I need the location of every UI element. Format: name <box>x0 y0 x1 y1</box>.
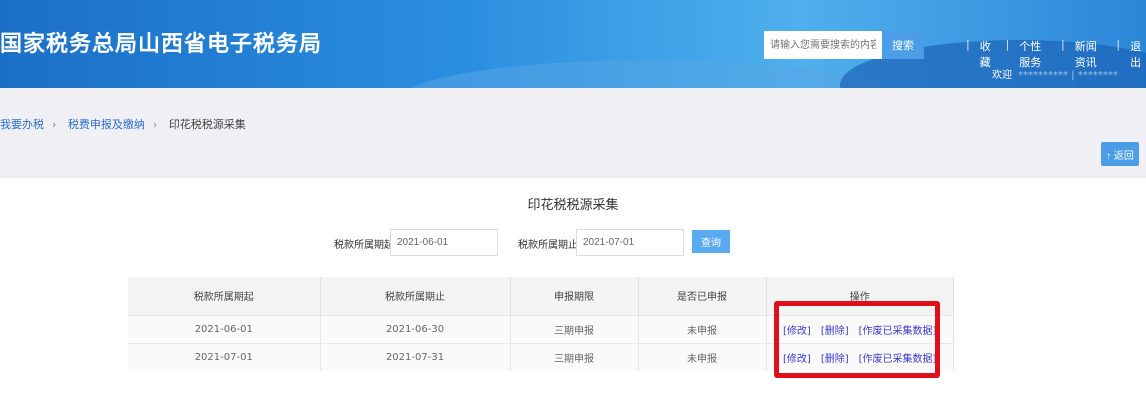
cell-period: 三期申报 <box>510 342 639 371</box>
site-title: 国家税务总局山西省电子税务局 <box>0 32 323 57</box>
breadcrumb-current: 印花税税源采集 <box>168 118 246 131</box>
cell-end: 2021-07-31 <box>320 342 511 371</box>
main-panel: 印花税税源采集 税款所属期起 税款所属期止 查询 税款所属期起 税款所属期止 申… <box>0 178 1146 408</box>
breadcrumb: 我要办税 › 税费申报及缴纳 › 印花税税源采集 <box>0 116 246 132</box>
header-banner: 国家税务总局山西省电子税务局 搜索 | 收藏 | 个性服务 | 新闻资讯 | 退… <box>0 0 1146 88</box>
to-label: 税款所属期止 <box>518 240 578 251</box>
breadcrumb-separator: › <box>52 118 57 131</box>
query-button[interactable]: 查询 <box>692 230 730 253</box>
cell-period: 三期申报 <box>510 314 639 343</box>
welcome-text: 欢迎 ********** | ******** <box>992 66 1118 81</box>
cell-start: 2021-07-01 <box>128 342 321 371</box>
cell-end: 2021-06-30 <box>320 314 511 343</box>
period-end-input[interactable] <box>576 229 684 256</box>
from-label: 税款所属期起 <box>334 240 394 251</box>
user-info: ********** | ******** <box>1018 70 1118 81</box>
banner-decoration <box>400 60 900 88</box>
back-button[interactable]: ↑ 返回 <box>1101 142 1139 166</box>
welcome-label: 欢迎 <box>992 70 1012 81</box>
divider: | <box>966 38 970 51</box>
search-button[interactable]: 搜索 <box>882 31 924 59</box>
period-start-input[interactable] <box>390 229 498 256</box>
breadcrumb-tax-filing[interactable]: 税费申报及缴纳 <box>68 118 145 131</box>
link-logout[interactable]: 退出 <box>1130 38 1146 70</box>
cell-start: 2021-06-01 <box>128 314 321 343</box>
highlight-box <box>774 301 940 378</box>
cell-status: 未申报 <box>638 314 767 343</box>
column-header: 税款所属期起 <box>128 277 321 315</box>
breadcrumb-home[interactable]: 我要办税 <box>0 118 44 131</box>
column-header: 税款所属期止 <box>320 277 511 315</box>
breadcrumb-separator: › <box>152 118 158 131</box>
column-header: 申报期限 <box>510 277 639 315</box>
column-header: 是否已申报 <box>638 277 767 315</box>
page-title: 印花税税源采集 <box>527 198 619 213</box>
search-input[interactable] <box>764 31 882 59</box>
cell-status: 未申报 <box>638 342 767 371</box>
